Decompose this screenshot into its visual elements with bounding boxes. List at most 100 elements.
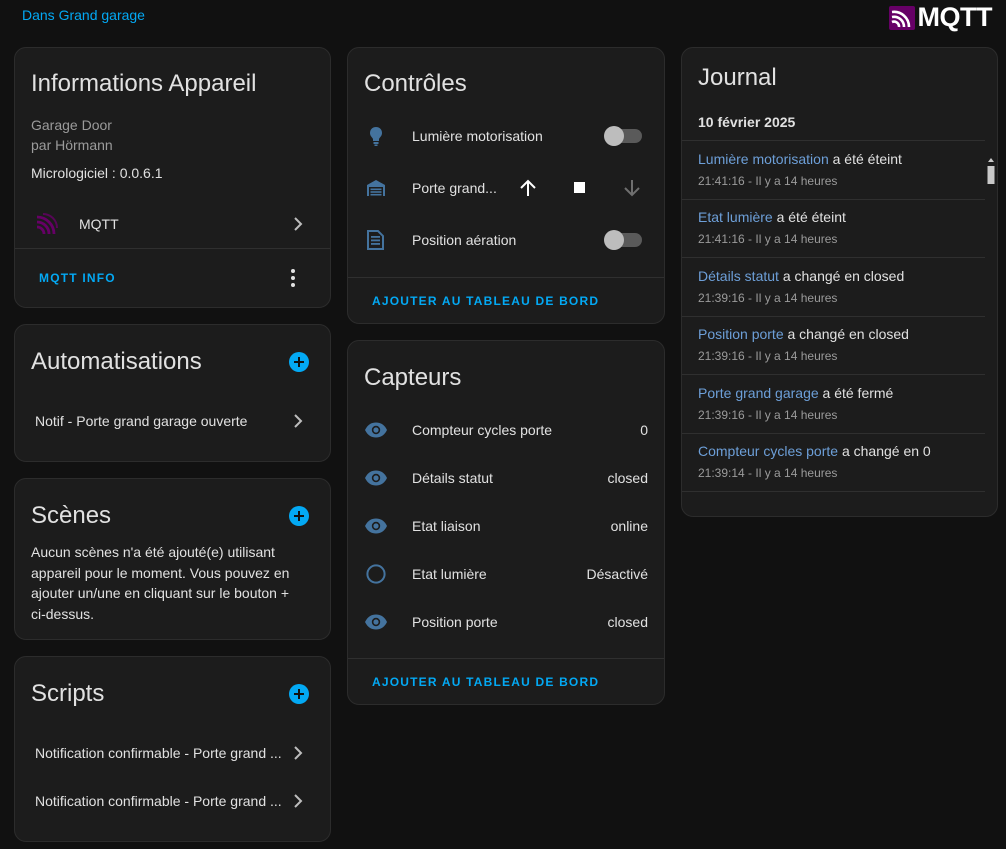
light-toggle[interactable] <box>604 126 642 146</box>
automations-title: Automatisations <box>31 348 202 375</box>
integration-name: MQTT <box>79 216 119 232</box>
lightbulb-icon <box>370 127 382 146</box>
sensor-row[interactable]: Compteur cycles porte 0 <box>348 408 664 452</box>
stop-icon[interactable] <box>573 181 587 195</box>
area-link[interactable]: Dans Grand garage <box>22 7 145 23</box>
sensor-name: Etat lumière <box>412 566 487 582</box>
control-name: Porte grand... <box>412 180 497 196</box>
logbook-action: a changé en 0 <box>841 443 931 459</box>
sensors-card: Capteurs Compteur cycles porte 0 Détails… <box>347 340 665 705</box>
logbook-entity-link[interactable]: Compteur cycles porte <box>698 443 838 459</box>
integration-row-mqtt[interactable]: MQTT <box>15 202 330 246</box>
script-item[interactable]: Notification confirmable - Porte grand .… <box>15 731 330 775</box>
scripts-title: Scripts <box>31 680 105 707</box>
logbook-action: a été fermé <box>822 385 894 401</box>
logbook-scrollbar[interactable] <box>987 156 995 517</box>
chevron-right-icon <box>294 746 303 760</box>
logbook-entry: Porte grand garage a été fermé 21:39:16 … <box>682 375 985 433</box>
eye-icon <box>365 422 387 438</box>
sensor-value: Désactivé <box>586 566 648 582</box>
logbook-time: 21:39:14 - Il y a 14 heures <box>698 466 838 480</box>
mqtt-logo-icon <box>888 5 915 30</box>
logbook-title: Journal <box>698 64 777 91</box>
add-to-dashboard-button[interactable]: AJOUTER AU TABLEAU DE BORD <box>372 294 599 308</box>
automation-item-label: Notif - Porte grand garage ouverte <box>35 413 248 429</box>
more-vertical-icon[interactable] <box>290 268 296 288</box>
add-automation-button[interactable] <box>289 352 309 372</box>
device-info-card: Informations Appareil Garage Door par Hö… <box>14 47 331 308</box>
logbook-date: 10 février 2025 <box>698 114 796 130</box>
divider <box>15 248 330 249</box>
logbook-action: a été éteint <box>832 151 902 167</box>
logbook-action: a été éteint <box>776 209 846 225</box>
control-row-cover[interactable]: Porte grand... <box>348 166 664 210</box>
logbook-entry: Position porte a changé en closed 21:39:… <box>682 316 985 374</box>
eye-icon <box>365 470 387 486</box>
chevron-right-icon <box>294 414 303 428</box>
sensor-value: closed <box>607 470 648 486</box>
mqtt-icon <box>36 213 58 235</box>
logbook-card: Journal 10 février 2025 Lumière motorisa… <box>681 47 998 517</box>
control-name: Lumière motorisation <box>412 128 543 144</box>
automations-card: Automatisations Notif - Porte grand gara… <box>14 324 331 462</box>
mqtt-logo: MQTT <box>888 2 993 33</box>
logbook-entry: Lumière motorisation a été éteint 21:41:… <box>682 141 985 199</box>
sensor-name: Compteur cycles porte <box>412 422 553 438</box>
sensor-name: Etat liaison <box>412 518 481 534</box>
scenes-empty-text: Aucun scènes n'a été ajouté(e) utilisant… <box>31 544 290 622</box>
automation-item[interactable]: Notif - Porte grand garage ouverte <box>15 399 330 443</box>
divider <box>348 658 664 659</box>
device-manufacturer: par Hörmann <box>31 137 113 153</box>
add-script-button[interactable] <box>289 684 309 704</box>
sensor-value: online <box>610 518 648 534</box>
control-row-light[interactable]: Lumière motorisation <box>348 114 664 158</box>
sensor-row[interactable]: Etat liaison online <box>348 504 664 548</box>
logbook-entity-link[interactable]: Porte grand garage <box>698 385 819 401</box>
chevron-right-icon <box>294 794 303 808</box>
mqtt-info-button[interactable]: MQTT INFO <box>39 271 116 285</box>
logbook-entry: Etat lumière a été éteint 21:41:16 - Il … <box>682 199 985 257</box>
script-item[interactable]: Notification confirmable - Porte grand .… <box>15 779 330 823</box>
controls-title: Contrôles <box>364 70 467 97</box>
sensor-value: closed <box>607 614 648 630</box>
sensor-row[interactable]: Etat lumière Désactivé <box>348 552 664 596</box>
mqtt-logo-text: MQTT <box>917 2 993 32</box>
sensor-value: 0 <box>640 422 648 438</box>
divider <box>348 277 664 278</box>
logbook-entry: Détails statut a changé en closed 21:39:… <box>682 258 985 316</box>
vent-toggle[interactable] <box>604 230 642 250</box>
sensor-row[interactable]: Position porte closed <box>348 600 664 644</box>
script-item-label: Notification confirmable - Porte grand .… <box>35 745 282 761</box>
garage-icon <box>367 180 385 196</box>
sensor-row[interactable]: Détails statut closed <box>348 456 664 500</box>
vent-icon <box>367 230 384 250</box>
arrow-up-icon[interactable] <box>518 178 538 198</box>
top-bar: Dans Grand garage MQTT <box>0 0 1006 40</box>
logbook-entity-link[interactable]: Détails statut <box>698 268 779 284</box>
eye-icon <box>365 614 387 630</box>
controls-card: Contrôles Lumière motorisation Porte gra… <box>347 47 665 324</box>
divider <box>682 491 985 492</box>
device-firmware: Micrologiciel : 0.0.6.1 <box>31 165 163 181</box>
logbook-time: 21:39:16 - Il y a 14 heures <box>698 408 838 422</box>
logbook-action: a changé en closed <box>787 326 909 342</box>
add-scene-button[interactable] <box>289 506 309 526</box>
sensor-name: Position porte <box>412 614 498 630</box>
logbook-time: 21:41:16 - Il y a 14 heures <box>698 174 838 188</box>
chevron-right-icon <box>294 217 303 231</box>
control-row-vent[interactable]: Position aération <box>348 218 664 262</box>
logbook-entry: Compteur cycles porte a changé en 0 21:3… <box>682 433 985 491</box>
sensor-name: Détails statut <box>412 470 493 486</box>
circle-outline-icon <box>366 564 386 584</box>
arrow-down-icon[interactable] <box>622 178 642 198</box>
eye-icon <box>365 518 387 534</box>
logbook-time: 21:39:16 - Il y a 14 heures <box>698 291 838 305</box>
add-to-dashboard-button[interactable]: AJOUTER AU TABLEAU DE BORD <box>372 675 599 689</box>
device-model: Garage Door <box>31 117 112 133</box>
device-info-title: Informations Appareil <box>31 70 257 97</box>
logbook-entity-link[interactable]: Position porte <box>698 326 784 342</box>
scenes-card: Scènes Aucun scènes n'a été ajouté(e) ut… <box>14 478 331 640</box>
logbook-entity-link[interactable]: Etat lumière <box>698 209 773 225</box>
script-item-label: Notification confirmable - Porte grand .… <box>35 793 282 809</box>
logbook-entity-link[interactable]: Lumière motorisation <box>698 151 829 167</box>
